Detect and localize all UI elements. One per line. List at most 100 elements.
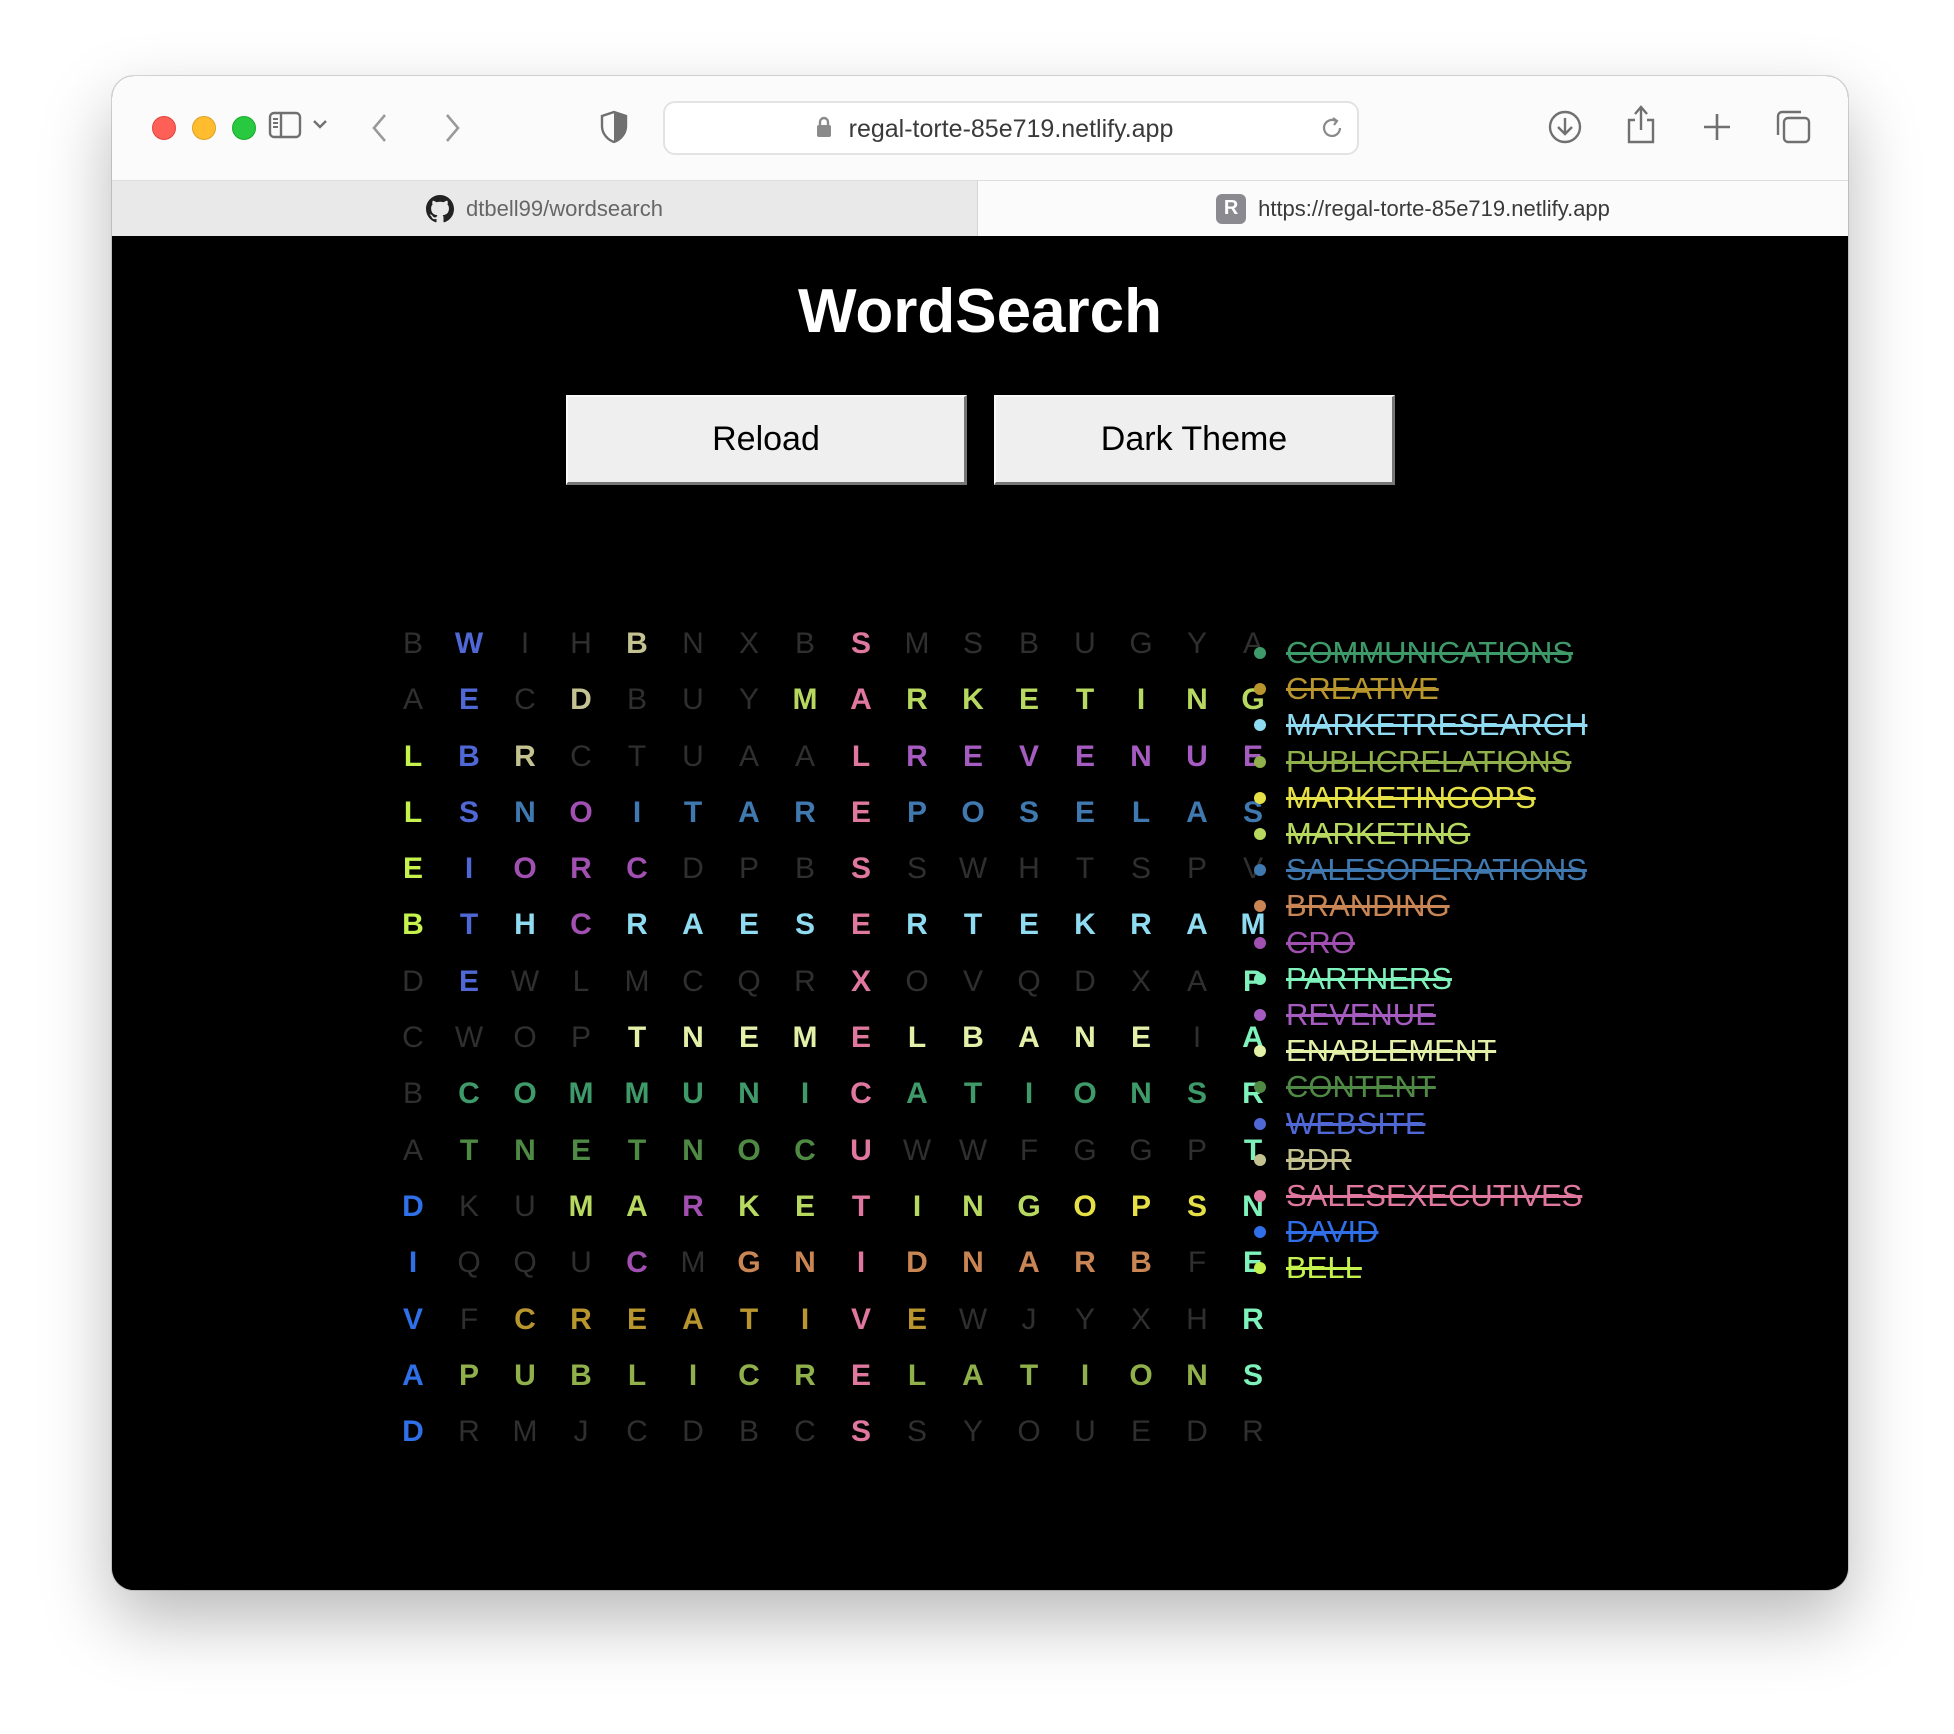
grid-letter[interactable]: U bbox=[665, 729, 721, 785]
grid-letter[interactable]: R bbox=[1225, 1404, 1281, 1460]
grid-letter[interactable]: R bbox=[609, 897, 665, 953]
grid-letter[interactable]: W bbox=[497, 954, 553, 1010]
address-bar[interactable]: regal-torte-85e719.netlify.app bbox=[663, 101, 1359, 155]
grid-letter[interactable]: J bbox=[553, 1404, 609, 1460]
grid-letter[interactable]: G bbox=[1113, 1123, 1169, 1179]
grid-letter[interactable]: R bbox=[497, 729, 553, 785]
share-icon[interactable] bbox=[1624, 104, 1658, 146]
grid-letter[interactable]: B bbox=[721, 1404, 777, 1460]
tab-overview-icon[interactable] bbox=[1774, 109, 1812, 145]
grid-letter[interactable]: U bbox=[553, 1235, 609, 1291]
grid-letter[interactable]: I bbox=[441, 841, 497, 897]
grid-letter[interactable]: E bbox=[1113, 1010, 1169, 1066]
grid-letter[interactable]: E bbox=[721, 1010, 777, 1066]
grid-letter[interactable]: W bbox=[945, 841, 1001, 897]
grid-letter[interactable]: E bbox=[833, 1010, 889, 1066]
grid-letter[interactable]: R bbox=[1225, 1292, 1281, 1348]
grid-letter[interactable]: R bbox=[1057, 1235, 1113, 1291]
grid-letter[interactable]: A bbox=[777, 729, 833, 785]
grid-letter[interactable]: T bbox=[721, 1292, 777, 1348]
grid-letter[interactable]: C bbox=[385, 1010, 441, 1066]
grid-letter[interactable]: W bbox=[945, 1123, 1001, 1179]
grid-letter[interactable]: L bbox=[1113, 785, 1169, 841]
grid-letter[interactable]: N bbox=[1113, 1066, 1169, 1122]
grid-letter[interactable]: W bbox=[441, 1010, 497, 1066]
grid-letter[interactable]: K bbox=[945, 672, 1001, 728]
grid-letter[interactable]: S bbox=[777, 897, 833, 953]
grid-letter[interactable]: T bbox=[609, 1010, 665, 1066]
grid-letter[interactable]: I bbox=[497, 616, 553, 672]
grid-letter[interactable]: Q bbox=[721, 954, 777, 1010]
tab-wordsearch[interactable]: R https://regal-torte-85e719.netlify.app bbox=[978, 181, 1848, 236]
grid-letter[interactable]: E bbox=[553, 1123, 609, 1179]
grid-letter[interactable]: A bbox=[1001, 1235, 1057, 1291]
grid-letter[interactable]: K bbox=[1057, 897, 1113, 953]
grid-letter[interactable]: L bbox=[889, 1010, 945, 1066]
grid-letter[interactable]: S bbox=[945, 616, 1001, 672]
grid-letter[interactable]: V bbox=[1001, 729, 1057, 785]
grid-letter[interactable]: S bbox=[1169, 1066, 1225, 1122]
grid-letter[interactable]: R bbox=[553, 841, 609, 897]
grid-letter[interactable]: U bbox=[665, 1066, 721, 1122]
grid-letter[interactable]: K bbox=[441, 1179, 497, 1235]
grid-letter[interactable]: S bbox=[1001, 785, 1057, 841]
grid-letter[interactable]: Y bbox=[721, 672, 777, 728]
grid-letter[interactable]: L bbox=[889, 1348, 945, 1404]
grid-letter[interactable]: G bbox=[1113, 616, 1169, 672]
grid-letter[interactable]: C bbox=[497, 1292, 553, 1348]
grid-letter[interactable]: L bbox=[385, 729, 441, 785]
grid-letter[interactable]: R bbox=[889, 897, 945, 953]
grid-letter[interactable]: P bbox=[889, 785, 945, 841]
grid-letter[interactable]: R bbox=[889, 729, 945, 785]
grid-letter[interactable]: Y bbox=[1169, 616, 1225, 672]
grid-letter[interactable]: C bbox=[497, 672, 553, 728]
grid-letter[interactable]: A bbox=[833, 672, 889, 728]
chevron-down-icon[interactable] bbox=[312, 118, 328, 130]
dark-theme-button[interactable]: Dark Theme bbox=[994, 395, 1395, 485]
grid-letter[interactable]: I bbox=[889, 1179, 945, 1235]
grid-letter[interactable]: C bbox=[553, 897, 609, 953]
grid-letter[interactable]: S bbox=[441, 785, 497, 841]
grid-letter[interactable]: E bbox=[1057, 785, 1113, 841]
grid-letter[interactable]: E bbox=[1057, 729, 1113, 785]
grid-letter[interactable]: A bbox=[1001, 1010, 1057, 1066]
grid-letter[interactable]: E bbox=[833, 785, 889, 841]
grid-letter[interactable]: O bbox=[497, 841, 553, 897]
grid-letter[interactable]: D bbox=[665, 1404, 721, 1460]
grid-letter[interactable]: R bbox=[665, 1179, 721, 1235]
grid-letter[interactable]: F bbox=[1169, 1235, 1225, 1291]
grid-letter[interactable]: I bbox=[777, 1066, 833, 1122]
grid-letter[interactable]: N bbox=[665, 616, 721, 672]
grid-letter[interactable]: B bbox=[385, 897, 441, 953]
grid-letter[interactable]: O bbox=[553, 785, 609, 841]
grid-letter[interactable]: A bbox=[1169, 785, 1225, 841]
grid-letter[interactable]: B bbox=[385, 616, 441, 672]
reload-page-icon[interactable] bbox=[1319, 115, 1345, 146]
grid-letter[interactable]: B bbox=[553, 1348, 609, 1404]
grid-letter[interactable]: R bbox=[777, 785, 833, 841]
download-icon[interactable] bbox=[1547, 109, 1583, 145]
grid-letter[interactable]: X bbox=[1113, 1292, 1169, 1348]
grid-letter[interactable]: O bbox=[945, 785, 1001, 841]
grid-letter[interactable]: S bbox=[1113, 841, 1169, 897]
grid-letter[interactable]: S bbox=[1169, 1179, 1225, 1235]
grid-letter[interactable]: B bbox=[945, 1010, 1001, 1066]
grid-letter[interactable]: E bbox=[441, 672, 497, 728]
grid-letter[interactable]: C bbox=[609, 1404, 665, 1460]
grid-letter[interactable]: R bbox=[553, 1292, 609, 1348]
grid-letter[interactable]: T bbox=[833, 1179, 889, 1235]
grid-letter[interactable]: D bbox=[385, 1179, 441, 1235]
grid-letter[interactable]: O bbox=[1001, 1404, 1057, 1460]
minimize-window-button[interactable] bbox=[192, 116, 216, 140]
grid-letter[interactable]: T bbox=[665, 785, 721, 841]
grid-letter[interactable]: N bbox=[497, 785, 553, 841]
grid-letter[interactable]: R bbox=[1113, 897, 1169, 953]
grid-letter[interactable]: E bbox=[833, 897, 889, 953]
grid-letter[interactable]: S bbox=[889, 1404, 945, 1460]
grid-letter[interactable]: U bbox=[1057, 1404, 1113, 1460]
grid-letter[interactable]: A bbox=[385, 1123, 441, 1179]
grid-letter[interactable]: M bbox=[889, 616, 945, 672]
grid-letter[interactable]: P bbox=[1113, 1179, 1169, 1235]
grid-letter[interactable]: A bbox=[665, 897, 721, 953]
grid-letter[interactable]: E bbox=[833, 1348, 889, 1404]
